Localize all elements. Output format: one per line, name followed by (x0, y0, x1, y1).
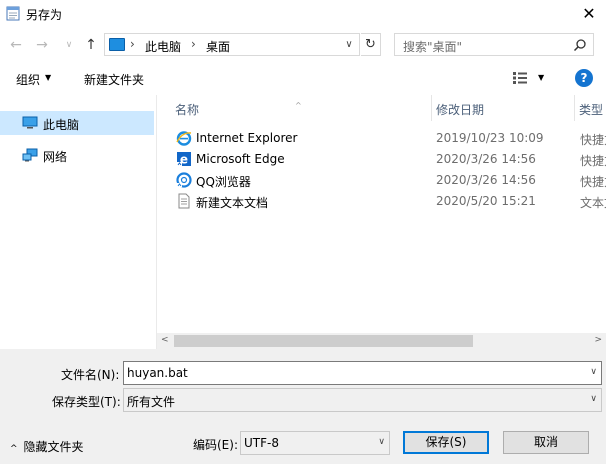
title-bar: 另存为 ✕ (0, 0, 606, 27)
breadcrumb-separator[interactable]: › (191, 37, 196, 51)
cancel-button[interactable]: 取消 (503, 431, 589, 454)
address-dropdown-button[interactable]: ∨ (342, 37, 356, 52)
file-modified: 2020/3/26 14:56 (436, 152, 536, 166)
recent-locations-button[interactable]: ∨ (60, 36, 78, 54)
breadcrumb-separator[interactable]: › (130, 37, 135, 51)
nav-item-this-pc[interactable]: 此电脑 (0, 111, 154, 135)
window-title: 另存为 (26, 8, 63, 22)
column-header-label: 修改日期 (436, 103, 485, 117)
column-header-modified[interactable]: 修改日期 (432, 95, 575, 121)
back-button[interactable]: ← (7, 36, 25, 54)
text-document-icon (178, 193, 190, 209)
file-type: 快捷方式 (580, 133, 606, 147)
column-header-name[interactable]: 名称 ^ (157, 95, 432, 121)
computer-icon (109, 38, 125, 51)
refresh-button[interactable]: ↻ (361, 33, 381, 56)
network-icon (22, 148, 38, 162)
new-folder-button[interactable]: 新建文件夹 (84, 71, 144, 88)
close-button[interactable]: ✕ (572, 0, 606, 27)
command-toolbar: 组织 ▼ 新建文件夹 ▼ ? (0, 63, 606, 95)
filetype-value: 所有文件 (127, 395, 176, 409)
nav-item-label: 网络 (43, 150, 68, 164)
file-modified: 2020/3/26 14:56 (436, 173, 536, 187)
encoding-value: UTF-8 (244, 436, 279, 450)
file-row[interactable]: e Microsoft Edge 2020/3/26 14:56 快捷方式 (157, 149, 606, 170)
filename-input[interactable]: huyan.bat ∨ (123, 361, 602, 385)
column-header-label: 名称 (175, 103, 200, 117)
chevron-down-icon[interactable]: ∨ (378, 437, 385, 447)
navigation-pane: 此电脑 网络 (0, 95, 157, 349)
file-name: Microsoft Edge (196, 152, 285, 166)
scroll-left-button[interactable]: < (161, 335, 169, 345)
filetype-label: 保存类型(T): (52, 395, 121, 409)
horizontal-scrollbar[interactable]: < > (157, 333, 606, 349)
encoding-label: 编码(E): (193, 438, 238, 452)
nav-item-label: 此电脑 (43, 118, 80, 132)
file-name: Internet Explorer (196, 131, 298, 145)
organize-button[interactable]: 组织 (16, 71, 40, 88)
address-bar[interactable]: › 此电脑 › 桌面 ∨ (104, 33, 360, 56)
filetype-select[interactable]: 所有文件 ∨ (123, 388, 602, 412)
sort-ascending-icon: ^ (295, 101, 302, 110)
search-placeholder: 搜索"桌面" (403, 40, 463, 54)
hide-folders-label: 隐藏文件夹 (23, 440, 84, 454)
file-name: QQ浏览器 (196, 175, 251, 189)
save-options-panel: 文件名(N): huyan.bat ∨ 保存类型(T): 所有文件 ∨ ^ 隐藏文… (0, 349, 606, 464)
save-button[interactable]: 保存(S) (403, 431, 489, 454)
file-row[interactable]: QQ浏览器 2020/3/26 14:56 快捷方式 (157, 170, 606, 191)
forward-button[interactable]: → (33, 36, 51, 54)
notepad-icon (6, 6, 20, 21)
view-dropdown-button[interactable]: ▼ (538, 73, 544, 82)
file-type: 快捷方式 (580, 175, 606, 189)
file-type: 文本文档 (580, 196, 606, 210)
breadcrumb-this-pc[interactable]: 此电脑 (145, 38, 181, 55)
search-input[interactable]: 搜索"桌面" (394, 33, 594, 56)
search-icon[interactable] (573, 38, 587, 52)
file-modified: 2019/10/23 10:09 (436, 131, 544, 145)
internet-explorer-icon (176, 131, 192, 146)
chevron-down-icon[interactable]: ∨ (590, 394, 597, 404)
chevron-up-icon: ^ (10, 444, 18, 454)
filename-value: huyan.bat (127, 366, 188, 380)
file-modified: 2020/5/20 15:21 (436, 194, 536, 208)
column-header-label: 类型 (579, 103, 604, 117)
encoding-select[interactable]: UTF-8 ∨ (240, 431, 390, 455)
nav-item-network[interactable]: 网络 (0, 143, 154, 167)
hide-folders-button[interactable]: ^ 隐藏文件夹 (10, 438, 84, 455)
chevron-down-icon[interactable]: ▼ (45, 73, 51, 82)
file-type: 快捷方式 (580, 154, 606, 168)
file-name: 新建文本文档 (196, 196, 269, 210)
scrollbar-thumb[interactable] (174, 335, 473, 347)
view-options-icon[interactable] (512, 71, 528, 85)
up-button[interactable]: ↑ (82, 36, 100, 54)
help-button[interactable]: ? (575, 69, 593, 87)
column-header-type[interactable]: 类型 (575, 95, 606, 121)
qq-browser-icon (176, 172, 192, 188)
edge-icon: e (177, 152, 191, 167)
breadcrumb-desktop[interactable]: 桌面 (206, 38, 230, 55)
scroll-right-button[interactable]: > (594, 335, 602, 345)
computer-icon (22, 116, 38, 129)
filename-label: 文件名(N): (61, 368, 120, 382)
chevron-down-icon[interactable]: ∨ (590, 367, 597, 377)
file-row[interactable]: Internet Explorer 2019/10/23 10:09 快捷方式 (157, 128, 606, 149)
file-list: 名称 ^ 修改日期 类型 Internet Explorer 2019/10/2… (157, 95, 606, 333)
file-row[interactable]: 新建文本文档 2020/5/20 15:21 文本文档 (157, 191, 606, 212)
